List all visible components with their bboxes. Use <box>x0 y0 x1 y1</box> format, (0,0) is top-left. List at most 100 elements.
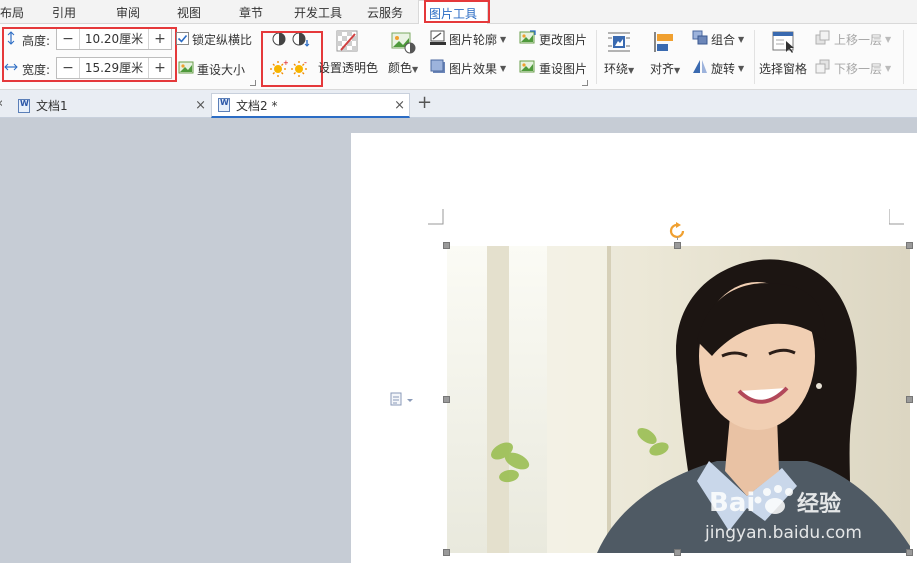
height-input[interactable]: 10.20厘米 <box>79 29 149 49</box>
brightness-decrease-icon[interactable]: - <box>291 58 309 80</box>
document-tab-bar: ‹ 文档1 × 文档2 * × + <box>0 90 917 118</box>
document-tab-title: 文档2 * <box>236 98 278 113</box>
reset-picture-button[interactable]: 重设图片 <box>519 59 587 77</box>
width-increase-button[interactable]: + <box>149 58 171 78</box>
ribbon-separator <box>754 30 755 84</box>
resize-handle-top-right[interactable] <box>906 242 913 249</box>
send-backward-icon <box>815 59 831 77</box>
ribbon-separator <box>596 30 597 84</box>
document-tab-title: 文档1 <box>36 99 68 113</box>
align-label: 对齐 <box>650 62 675 76</box>
tab-references[interactable]: 引用 <box>52 4 76 21</box>
reset-size-button[interactable]: 重设大小 <box>178 60 245 78</box>
resize-handle-top[interactable] <box>674 242 681 249</box>
height-increase-button[interactable]: + <box>149 29 171 49</box>
rotate-handle-icon[interactable] <box>669 222 686 243</box>
bring-forward-dropdown[interactable]: 上移一层 ▼ <box>815 30 891 48</box>
resize-handle-bottom-right[interactable] <box>906 549 913 556</box>
ribbon: 高度: − 10.20厘米 + 宽度: − 15.29厘米 + 锁定纵横比 重设… <box>0 24 917 90</box>
resize-handle-right[interactable] <box>906 396 913 403</box>
brightness-increase-icon[interactable]: + <box>270 59 289 80</box>
resize-handle-bottom[interactable] <box>674 549 681 556</box>
svg-text:-: - <box>304 59 307 67</box>
watermark-url: jingyan.baidu.com <box>704 523 862 543</box>
watermark-brand: Bai <box>709 488 755 518</box>
rotate-label: 旋转 <box>711 61 736 76</box>
resize-handle-left[interactable] <box>443 396 450 403</box>
close-tab-icon[interactable]: × <box>195 98 206 113</box>
rotate-icon <box>692 59 708 77</box>
color-label: 颜色 <box>388 61 413 75</box>
writer-document-icon <box>218 98 230 112</box>
width-input[interactable]: 15.29厘米 <box>79 58 149 78</box>
checkbox-checked-icon <box>176 31 189 48</box>
picture-effects-dropdown[interactable]: 图片效果 ▼ <box>430 59 506 77</box>
align-icon <box>652 30 678 57</box>
ribbon-separator <box>903 30 904 84</box>
picture-effects-arrow-icon: ▼ <box>500 63 507 73</box>
tab-scroll-left-icon[interactable]: ‹ <box>0 96 3 111</box>
picture-outline-arrow-icon: ▼ <box>500 34 507 44</box>
tab-developer[interactable]: 开发工具 <box>294 4 342 21</box>
width-stepper[interactable]: − 15.29厘米 + <box>56 57 172 79</box>
set-transparent-color-button[interactable]: 设置透明色 <box>318 30 378 76</box>
change-picture-label: 更改图片 <box>539 32 588 47</box>
wrap-label: 环绕 <box>604 62 629 76</box>
selection-pane-button[interactable]: 选择窗格 <box>759 30 807 77</box>
width-decrease-button[interactable]: − <box>57 58 79 78</box>
selection-pane-icon <box>770 30 796 57</box>
document-tab[interactable]: 文档1 × <box>12 93 210 118</box>
contrast-increase-icon[interactable] <box>271 31 287 50</box>
tab-review[interactable]: 审阅 <box>116 4 140 21</box>
lock-aspect-ratio-label: 锁定纵横比 <box>192 33 253 47</box>
resize-handle-bottom-left[interactable] <box>443 549 450 556</box>
group-arrow-icon: ▼ <box>738 34 745 44</box>
tab-picture-tools[interactable]: 图片工具 <box>418 0 489 25</box>
align-dropdown[interactable]: 对齐▼ <box>650 30 680 77</box>
group-dropdown[interactable]: 组合 ▼ <box>692 30 744 48</box>
height-stepper[interactable]: − 10.20厘米 + <box>56 28 172 50</box>
picture-outline-dropdown[interactable]: 图片轮廓 ▼ <box>430 30 506 48</box>
portrait-photo-image: Bai 经验 jingyan.baidu.com <box>447 246 910 553</box>
picture-dialog-launcher[interactable] <box>582 80 588 86</box>
paste-options-icon[interactable] <box>390 392 414 409</box>
send-backward-dropdown[interactable]: 下移一层 ▼ <box>815 59 891 77</box>
height-icon <box>5 31 17 48</box>
document-tab-active[interactable]: 文档2 * × <box>211 93 410 118</box>
height-label: 高度: <box>22 34 51 48</box>
rotate-arrow-icon: ▼ <box>738 63 745 73</box>
transparent-color-icon <box>335 30 361 57</box>
selected-picture[interactable]: Bai 经验 jingyan.baidu.com <box>447 246 910 553</box>
picture-outline-icon <box>430 30 446 48</box>
contrast-decrease-icon[interactable] <box>292 31 310 50</box>
change-picture-button[interactable]: 更改图片 <box>519 30 587 48</box>
picture-effects-icon <box>430 59 446 77</box>
tab-layout[interactable]: 布局 <box>0 4 24 21</box>
svg-text:+: + <box>283 59 288 67</box>
reset-size-icon <box>178 60 194 78</box>
group-icon <box>692 30 708 48</box>
size-dialog-launcher[interactable] <box>250 80 256 86</box>
reset-picture-icon <box>519 59 536 77</box>
reset-size-label: 重设大小 <box>197 62 246 77</box>
text-wrap-icon <box>606 30 632 57</box>
tab-sections[interactable]: 章节 <box>239 4 263 21</box>
tab-view[interactable]: 视图 <box>177 4 201 21</box>
resize-handle-top-left[interactable] <box>443 242 450 249</box>
bring-forward-icon <box>815 30 831 48</box>
rotate-dropdown[interactable]: 旋转 ▼ <box>692 59 744 77</box>
close-tab-icon[interactable]: × <box>394 98 405 113</box>
send-backward-arrow-icon: ▼ <box>885 63 892 73</box>
width-icon <box>4 61 18 76</box>
tab-cloud-services[interactable]: 云服务 <box>367 4 403 21</box>
group-label: 组合 <box>711 32 736 47</box>
height-decrease-button[interactable]: − <box>57 29 79 49</box>
color-dropdown[interactable]: 颜色▼ <box>388 30 418 76</box>
picture-effects-label: 图片效果 <box>449 61 498 76</box>
send-backward-label: 下移一层 <box>834 61 883 76</box>
wrap-dropdown[interactable]: 环绕▼ <box>604 30 634 77</box>
color-dropdown-arrow-icon: ▼ <box>412 65 419 74</box>
picture-color-icon <box>390 30 416 57</box>
new-tab-button[interactable]: + <box>417 92 432 113</box>
lock-aspect-ratio-checkbox[interactable]: 锁定纵横比 <box>176 31 252 48</box>
